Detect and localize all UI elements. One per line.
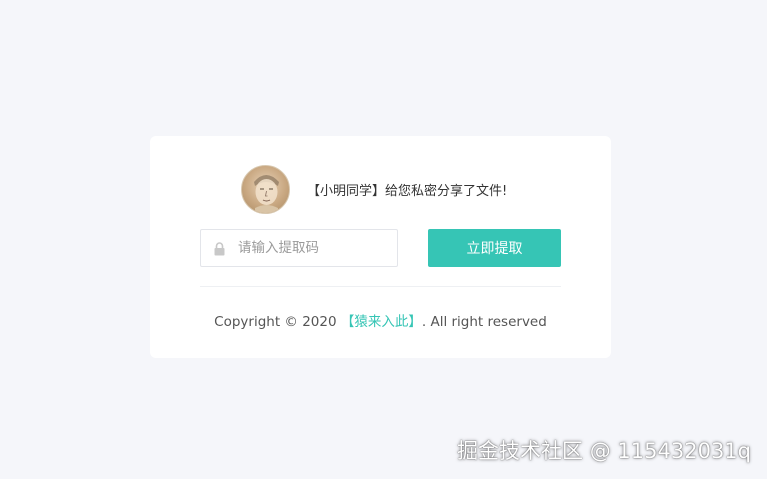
lock-icon [214,241,225,256]
copyright-text: Copyright © 2020 [214,314,341,330]
extract-code-field[interactable] [200,229,398,267]
share-header: 【小明同学】给您私密分享了文件! [241,165,507,214]
rights-text: . All right reserved [421,314,547,330]
share-message: 【小明同学】给您私密分享了文件! [307,184,508,199]
extract-now-button[interactable]: 立即提取 [428,229,561,267]
watermark: 掘金技术社区 @ 115432031q [457,439,751,463]
divider [200,286,561,287]
share-card: 【小明同学】给您私密分享了文件! 立即提取 Copyright © 2020 【… [150,136,611,358]
extract-code-input[interactable] [238,240,388,256]
brand-link[interactable]: 【猿来入此】 [341,314,422,330]
face-illustration-icon [254,175,279,213]
avatar [241,165,290,214]
copyright-footer: Copyright © 2020 【猿来入此】. All right reser… [150,310,611,330]
